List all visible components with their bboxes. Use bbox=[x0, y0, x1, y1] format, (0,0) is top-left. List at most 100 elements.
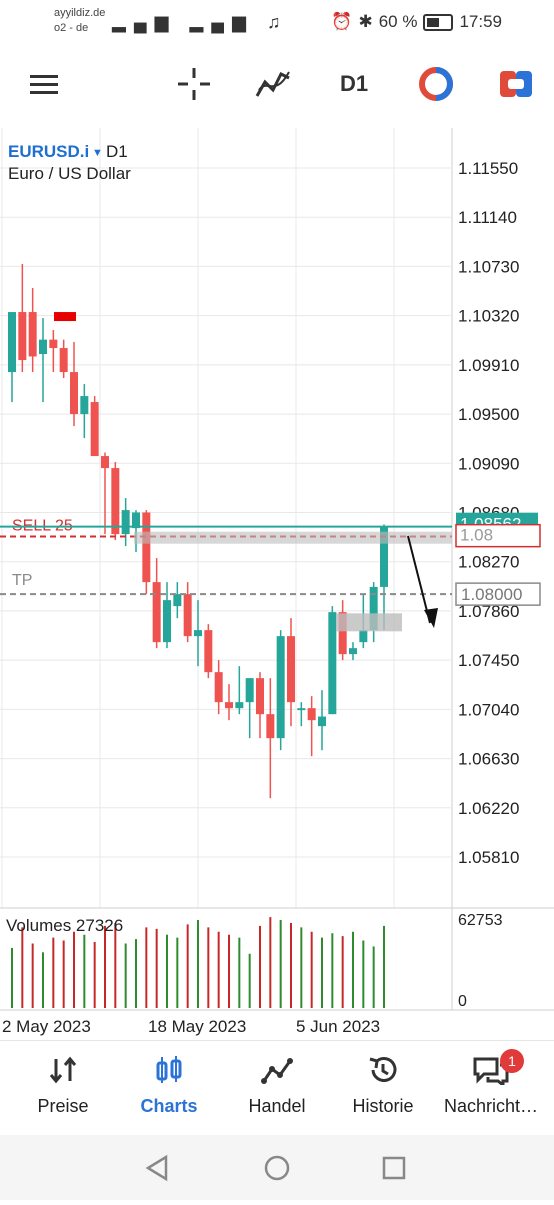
chart-area[interactable]: 1.11550 1.11140 1.10730 1.10320 1.09910 1.095… bbox=[0, 128, 554, 1040]
nav-charts[interactable]: Charts bbox=[114, 1055, 224, 1117]
crosshair-button[interactable] bbox=[172, 64, 216, 104]
nav-trade[interactable]: Handel bbox=[222, 1055, 332, 1117]
signal-icons: ▂▄▆ ▂▄▆ ♫ bbox=[112, 12, 288, 33]
price-label: 1.10320 bbox=[458, 307, 519, 326]
candle-body bbox=[18, 312, 27, 361]
take-profit-label[interactable]: TP bbox=[12, 572, 32, 589]
timeframe-button[interactable]: D1 bbox=[332, 64, 376, 104]
home-button[interactable] bbox=[264, 1155, 290, 1181]
candle-body bbox=[121, 510, 130, 535]
nav-quotes[interactable]: Preise bbox=[8, 1055, 118, 1117]
bottom-navigation: Preise Charts Handel Historie 1 Nachrich… bbox=[0, 1040, 554, 1136]
candle-body bbox=[328, 612, 337, 715]
candle-body bbox=[318, 716, 326, 727]
candle-body bbox=[256, 678, 264, 715]
nav-charts-label: Charts bbox=[140, 1096, 198, 1116]
one-click-icon bbox=[419, 67, 453, 101]
price-label: 1.10730 bbox=[458, 257, 519, 276]
candle-body bbox=[194, 630, 202, 637]
sell-price-value: 1.08 bbox=[460, 526, 493, 545]
symbol-description: Euro / US Dollar bbox=[8, 164, 131, 183]
candle-body bbox=[266, 714, 275, 739]
quotes-icon bbox=[49, 1056, 77, 1084]
candle-body bbox=[349, 648, 357, 655]
alarm-icon: ⏰ bbox=[331, 12, 353, 31]
candle-body bbox=[142, 512, 151, 583]
crosshair-icon bbox=[178, 68, 210, 100]
candle-body bbox=[59, 348, 68, 373]
price-chart[interactable]: 1.11550 1.11140 1.10730 1.10320 1.09910 1.095… bbox=[0, 128, 554, 1040]
history-icon bbox=[369, 1057, 397, 1082]
candle-body bbox=[49, 339, 58, 349]
recents-icon bbox=[382, 1156, 406, 1180]
candle-body bbox=[287, 636, 295, 703]
price-label: 1.05810 bbox=[458, 848, 519, 867]
nav-messages-label: Nachricht… bbox=[443, 1096, 539, 1116]
candle-body bbox=[39, 339, 47, 355]
price-label: 1.06630 bbox=[458, 750, 519, 769]
date-label: 2 May 2023 bbox=[2, 1017, 91, 1036]
hamburger-icon bbox=[30, 75, 58, 94]
symbol-dropdown-icon[interactable]: ▼ bbox=[92, 147, 103, 159]
candle-body bbox=[173, 594, 182, 607]
price-label: 1.08270 bbox=[458, 553, 519, 572]
candle-body bbox=[297, 708, 306, 711]
battery-icon bbox=[423, 13, 454, 31]
chart-timeframe: D1 bbox=[106, 142, 128, 161]
candle-body bbox=[225, 702, 233, 709]
marker-box bbox=[54, 312, 76, 322]
arrow-head-icon bbox=[424, 608, 438, 628]
signal-icon: ▂▄▆ bbox=[112, 12, 177, 32]
battery-percent: 60 % bbox=[378, 12, 418, 31]
price-label: 1.09500 bbox=[458, 405, 519, 424]
candle-body bbox=[214, 672, 223, 703]
volume-max-label: 62753 bbox=[458, 912, 503, 929]
nav-messages[interactable]: 1 Nachricht… bbox=[436, 1049, 546, 1117]
chart-toolbar: D1 bbox=[0, 44, 554, 128]
wifi-signal-icon: ▂▄▆ bbox=[189, 12, 254, 32]
volume-min-label: 0 bbox=[458, 993, 467, 1010]
price-label: 1.09910 bbox=[458, 356, 519, 375]
volumes-label: Volumes 27326 bbox=[6, 916, 123, 935]
candle-body bbox=[80, 396, 89, 415]
back-icon bbox=[145, 1154, 168, 1182]
candle-body bbox=[204, 630, 213, 673]
symbol-label[interactable]: EURUSD.i bbox=[8, 142, 89, 161]
carrier-line-1: ayyildiz.de bbox=[54, 7, 106, 19]
candle-body bbox=[359, 630, 368, 643]
candle-body bbox=[307, 708, 316, 721]
indicators-button[interactable] bbox=[252, 64, 296, 104]
candle-body bbox=[90, 402, 99, 457]
menu-button[interactable] bbox=[24, 64, 64, 104]
status-bar: ayyildiz.de o2 - de ▂▄▆ ▂▄▆ ♫ ⏰ ✱ 60 % 1… bbox=[0, 0, 554, 44]
recents-button[interactable] bbox=[382, 1156, 406, 1180]
clock: 17:59 bbox=[459, 12, 502, 31]
candle-body bbox=[235, 702, 244, 709]
price-label: 1.09090 bbox=[458, 454, 519, 473]
bluetooth-icon: ✱ bbox=[358, 12, 373, 31]
charts-icon bbox=[156, 1056, 182, 1083]
candle-body bbox=[163, 600, 171, 643]
price-label: 1.11550 bbox=[458, 159, 518, 178]
nav-history[interactable]: Historie bbox=[328, 1055, 438, 1117]
candle-body bbox=[111, 468, 120, 535]
support-zone bbox=[336, 613, 402, 632]
date-label: 18 May 2023 bbox=[148, 1017, 246, 1036]
resistance-zone bbox=[134, 531, 452, 544]
candle-body bbox=[245, 678, 254, 703]
indicator-icon bbox=[255, 71, 290, 97]
messages-badge: 1 bbox=[500, 1049, 524, 1073]
price-label: 1.07040 bbox=[458, 700, 519, 719]
candle-body bbox=[70, 372, 78, 415]
one-click-trading-button[interactable] bbox=[414, 64, 458, 104]
candle-body bbox=[183, 594, 192, 637]
back-button[interactable] bbox=[145, 1154, 168, 1182]
date-label: 5 Jun 2023 bbox=[296, 1017, 380, 1036]
new-order-button[interactable] bbox=[494, 64, 538, 104]
nav-history-label: Historie bbox=[352, 1096, 414, 1116]
tp-price-value: 1.08000 bbox=[461, 585, 522, 604]
price-label: 1.11140 bbox=[458, 208, 517, 227]
candle-body bbox=[28, 312, 37, 357]
candle-body bbox=[276, 636, 285, 739]
nav-quotes-label: Preise bbox=[37, 1096, 89, 1116]
